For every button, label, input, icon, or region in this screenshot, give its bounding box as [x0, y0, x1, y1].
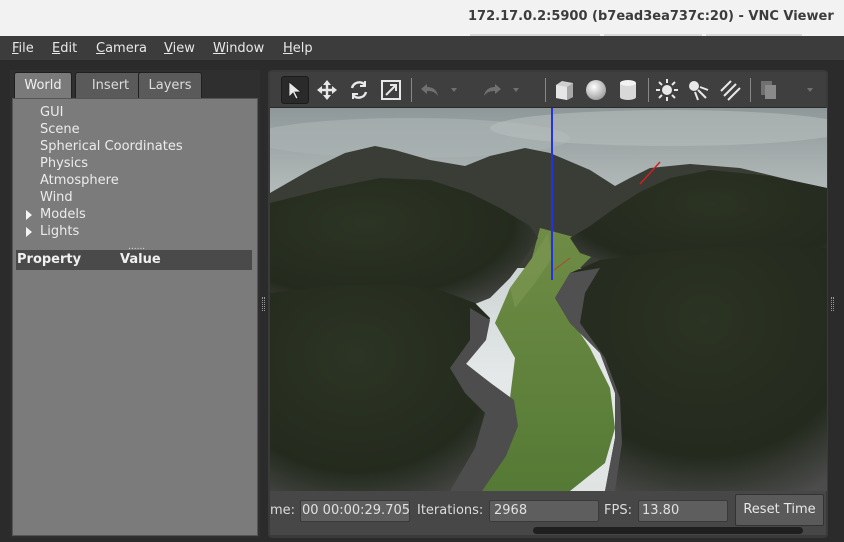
menu-view[interactable]: View	[164, 41, 195, 56]
tree-item-physics[interactable]: Physics	[40, 156, 88, 171]
property-column-header: Property	[17, 252, 82, 267]
iterations-field: 2968	[489, 500, 599, 522]
tab-world[interactable]: World	[14, 72, 72, 99]
value-column-header: Value	[120, 252, 161, 267]
3d-viewport[interactable]	[270, 108, 827, 491]
toolbar-separator	[750, 78, 751, 102]
tree-item-models[interactable]: Models	[26, 207, 86, 222]
expand-arrow-icon[interactable]	[26, 210, 32, 220]
fps-field: 13.80	[638, 500, 728, 522]
left-splitter-grip[interactable]	[262, 297, 265, 311]
world-tree: GUI Scene Spherical Coordinates Physics …	[12, 98, 258, 536]
property-table-header: Property Value	[16, 250, 252, 270]
tree-item-lights[interactable]: Lights	[26, 224, 79, 239]
menu-edit[interactable]: Edit	[52, 41, 77, 56]
menu-camera[interactable]: Camera	[96, 41, 147, 56]
fps-label: FPS:	[604, 503, 632, 518]
tree-item-atmosphere[interactable]: Atmosphere	[40, 173, 119, 188]
tree-item-scene[interactable]: Scene	[40, 122, 80, 137]
menu-window[interactable]: Window	[213, 41, 264, 56]
point-light-icon[interactable]	[653, 76, 681, 104]
menu-help[interactable]: Help	[283, 41, 313, 56]
spot-light-icon[interactable]	[684, 76, 712, 104]
expand-arrow-icon[interactable]	[26, 227, 32, 237]
window-title: 172.17.0.2:5900 (b7ead3ea737c:20) - VNC …	[468, 9, 834, 24]
undo-dropdown-icon[interactable]	[446, 76, 462, 104]
iterations-label: Iterations:	[417, 503, 484, 518]
reset-time-button[interactable]: Reset Time	[735, 494, 824, 526]
redo-dropdown-icon[interactable]	[508, 76, 524, 104]
toolbar-separator	[411, 78, 412, 102]
cylinder-icon[interactable]	[614, 76, 642, 104]
undo-icon[interactable]	[416, 76, 444, 104]
sim-time-label: me:	[270, 503, 296, 518]
rotate-icon[interactable]	[345, 76, 373, 104]
horizontal-scrollbar[interactable]	[533, 527, 803, 534]
select-arrow-icon[interactable]	[281, 76, 309, 104]
directional-light-icon[interactable]	[716, 76, 744, 104]
toolbar-separator	[648, 78, 649, 102]
translate-icon[interactable]	[313, 76, 341, 104]
terrain-scene[interactable]	[270, 108, 827, 491]
tree-item-gui[interactable]: GUI	[40, 105, 63, 120]
sphere-icon[interactable]	[582, 76, 610, 104]
sim-time-field: 00 00:00:29.705	[300, 500, 410, 522]
menu-file[interactable]: File	[12, 41, 34, 56]
tree-item-wind[interactable]: Wind	[40, 190, 73, 205]
tab-insert[interactable]: Insert	[75, 72, 146, 99]
box-icon[interactable]	[550, 76, 578, 104]
menu-bar: File Edit Camera View Window Help	[0, 36, 844, 60]
redo-icon[interactable]	[478, 76, 506, 104]
copy-icon[interactable]	[755, 76, 783, 104]
right-splitter-grip[interactable]	[831, 297, 834, 311]
tab-layers[interactable]: Layers	[138, 72, 202, 99]
toolbar-separator	[545, 78, 546, 102]
toolbar	[270, 72, 826, 108]
scale-icon[interactable]	[377, 76, 405, 104]
tree-item-spherical-coordinates[interactable]: Spherical Coordinates	[40, 139, 183, 154]
paste-icon[interactable]	[800, 76, 820, 104]
window-titlebar: 172.17.0.2:5900 (b7ead3ea737c:20) - VNC …	[0, 0, 844, 36]
